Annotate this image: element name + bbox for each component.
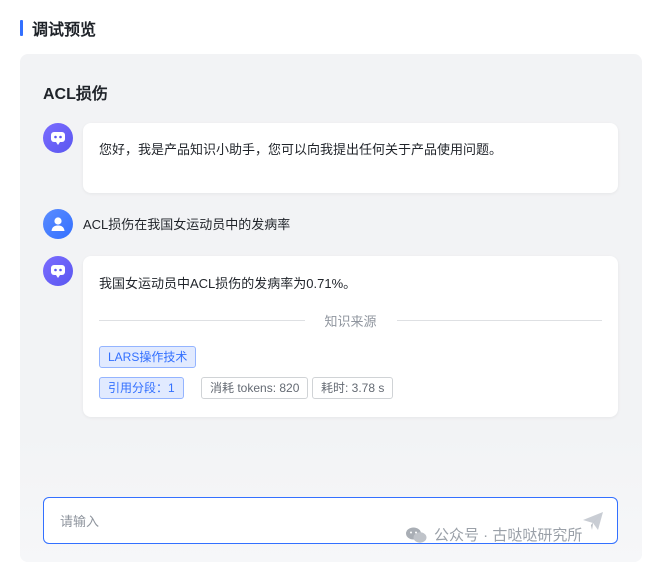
bot-answer-bubble: 我国女运动员中ACL损伤的发病率为0.71%。 知识来源 LARS操作技术 引用…	[83, 256, 618, 417]
knowledge-source-label: 知识来源	[304, 311, 397, 330]
conversation-title: ACL损伤	[43, 86, 108, 103]
user-icon	[51, 217, 65, 231]
citation-segment-tag[interactable]: 引用分段：1	[99, 377, 184, 399]
bot-answer-text: 我国女运动员中ACL损伤的发病率为0.71%。	[99, 276, 357, 291]
robot-icon	[51, 265, 65, 278]
user-avatar	[43, 209, 73, 239]
watermark-text: 公众号 · 古哒哒研究所	[434, 527, 583, 544]
time-badge: 耗时: 3.78 s	[312, 377, 394, 399]
watermark: 公众号 · 古哒哒研究所	[405, 524, 582, 545]
bot-message-text: 您好，我是产品知识小助手，您可以向我提出任何关于产品使用问题。	[99, 142, 503, 157]
source-document-tag[interactable]: LARS操作技术	[99, 346, 197, 368]
wechat-icon	[406, 527, 427, 543]
bot-message-bubble: 您好，我是产品知识小助手，您可以向我提出任何关于产品使用问题。	[83, 123, 618, 193]
knowledge-source-divider: 知识来源	[99, 311, 603, 330]
bot-avatar	[43, 256, 73, 286]
send-icon[interactable]	[581, 510, 605, 532]
bot-avatar	[43, 123, 73, 153]
robot-icon	[51, 132, 65, 145]
page-title: 调试预览	[32, 22, 97, 39]
tokens-badge: 消耗 tokens: 820	[201, 377, 309, 399]
header-accent-bar	[20, 20, 23, 36]
user-message-text: ACL损伤在我国女运动员中的发病率	[83, 217, 291, 232]
section-header: 调试预览	[20, 18, 97, 39]
preview-panel: ACL损伤 您好，我是产品知识小助手，您可以向我提出任何关于产品使用问题。 AC…	[20, 54, 642, 562]
